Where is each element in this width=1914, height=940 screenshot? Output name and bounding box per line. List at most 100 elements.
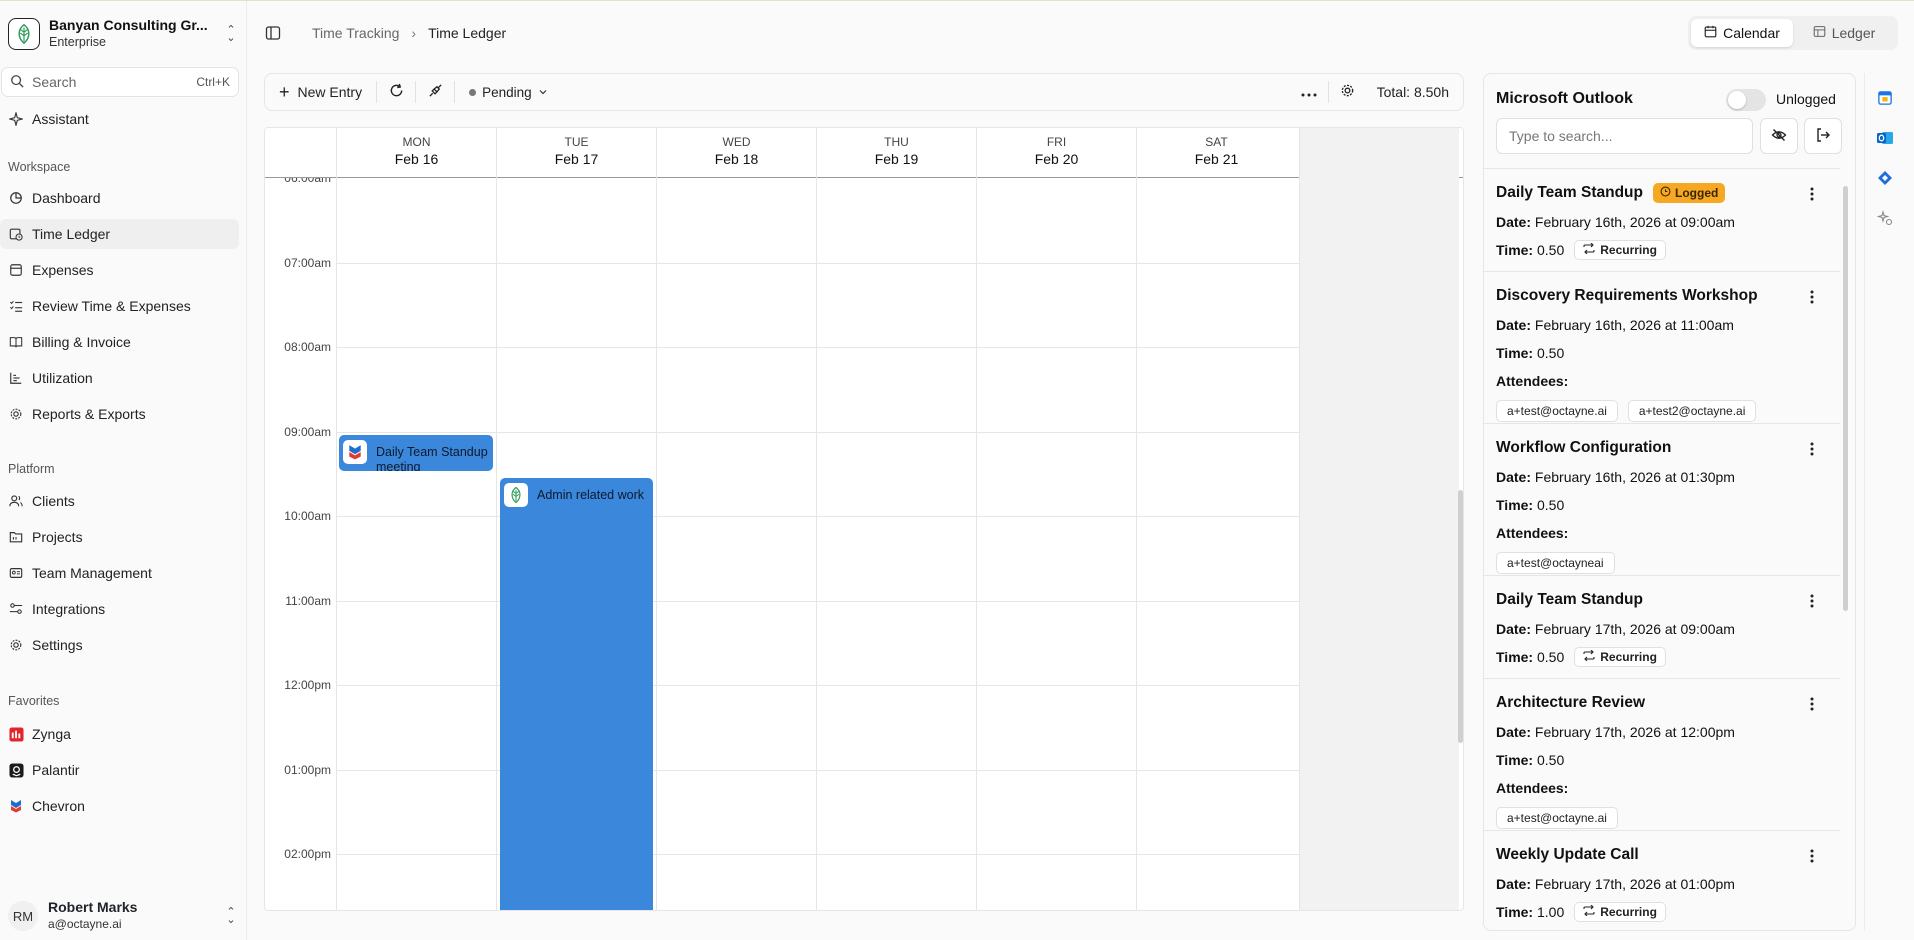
outlook-event-card[interactable]: Daily Team Standup Date: February 17th, … [1484, 576, 1840, 679]
nav-label: Integrations [32, 601, 106, 617]
day-column-divider [1136, 178, 1137, 910]
search-placeholder: Search [32, 74, 77, 90]
repeat-icon [1583, 242, 1595, 257]
breadcrumb-parent[interactable]: Time Tracking [312, 25, 399, 41]
more-options-button[interactable] [1290, 74, 1328, 110]
page-header: Time Tracking › Time Ledger Calendar Led… [248, 1, 1914, 63]
more-vertical-icon[interactable] [1804, 695, 1820, 713]
integrations-rail [1864, 73, 1902, 931]
outlook-event-card[interactable]: Architecture Review Date: February 17th,… [1484, 679, 1840, 831]
time-label: Time: [1496, 752, 1534, 768]
card-date: February 16th, 2026 at 01:30pm [1534, 469, 1735, 485]
more-vertical-icon[interactable] [1804, 288, 1820, 306]
outlook-app-icon[interactable] [1875, 128, 1895, 148]
hide-button[interactable] [1760, 118, 1798, 154]
hour-gridline [336, 432, 1299, 433]
logged-badge: Logged [1653, 183, 1726, 203]
table-icon [1813, 25, 1826, 41]
day-name: WED [722, 135, 751, 149]
book-open-icon [8, 334, 24, 350]
nav-expenses[interactable]: Expenses [0, 255, 239, 285]
user-email: a@octayne.ai [48, 917, 122, 931]
nav-dashboard[interactable]: Dashboard [0, 183, 239, 213]
outlook-event-card[interactable]: Daily Team Standup Logged Date: February… [1484, 169, 1840, 272]
time-label: 01:00pm [284, 763, 331, 777]
calendar-scroll-thumb[interactable] [1458, 490, 1463, 743]
nav-assistant[interactable]: Assistant [0, 104, 239, 134]
org-switcher[interactable]: Banyan Consulting Gr... Enterprise ⌃ ⌄ [8, 14, 238, 54]
status-filter-dropdown[interactable]: Pending [455, 85, 548, 100]
date-label: Date: [1496, 469, 1532, 485]
day-header-tue: TUE Feb 17 [496, 128, 656, 178]
day-column-divider [976, 178, 977, 910]
new-entry-button[interactable]: + New Entry [265, 74, 376, 110]
sliders-icon [8, 601, 24, 617]
outlook-event-card[interactable]: Weekly Update Call Date: February 17th, … [1484, 831, 1840, 930]
nav-settings[interactable]: Settings [0, 630, 239, 660]
calendar-app-icon[interactable] [1875, 88, 1895, 108]
palantir-logo-icon [8, 762, 24, 778]
unlogged-toggle[interactable] [1726, 89, 1766, 111]
more-vertical-icon[interactable] [1804, 185, 1820, 203]
chevron-up-down-icon: ⌃ ⌄ [226, 906, 236, 926]
day-name: THU [884, 135, 909, 149]
nav-label: Projects [32, 529, 83, 545]
card-title: Daily Team Standup [1496, 184, 1643, 201]
chevron-up-down-icon: ⌃ ⌄ [226, 24, 236, 44]
list-check-icon [8, 298, 24, 314]
hour-gridline [336, 770, 1299, 771]
day-column-divider [816, 178, 817, 910]
day-date: Feb 16 [394, 151, 439, 167]
nav-team-management[interactable]: Team Management [0, 558, 239, 588]
calendar-view-button[interactable]: Calendar [1691, 19, 1793, 47]
outlook-search-input[interactable]: Type to search... [1496, 118, 1753, 154]
refresh-button[interactable] [377, 74, 415, 110]
sidebar-toggle-icon[interactable] [265, 25, 281, 44]
sign-out-button[interactable] [1804, 118, 1842, 154]
recurring-tag: Recurring [1574, 240, 1666, 260]
nav-label: Expenses [32, 262, 94, 278]
outlook-event-list: Daily Team Standup Logged Date: February… [1484, 168, 1840, 930]
sparkle-settings-icon[interactable] [1875, 208, 1895, 228]
nav-label: Settings [32, 637, 83, 653]
calendar-settings-button[interactable] [1329, 74, 1367, 110]
refresh-icon [389, 83, 404, 101]
nav-time-ledger[interactable]: Time Ledger [0, 219, 239, 249]
more-vertical-icon[interactable] [1804, 592, 1820, 610]
repeat-icon [1583, 904, 1595, 919]
favorite-chevron[interactable]: Chevron [0, 791, 239, 821]
calendar-event[interactable]: Admin related work [500, 478, 653, 910]
nav-utilization[interactable]: Utilization [0, 363, 239, 393]
outlook-event-card[interactable]: Workflow Configuration Date: February 16… [1484, 424, 1840, 576]
card-date: February 16th, 2026 at 09:00am [1534, 214, 1735, 230]
outlook-event-card[interactable]: Discovery Requirements Workshop Date: Fe… [1484, 272, 1840, 424]
nav-billing-invoice[interactable]: Billing & Invoice [0, 327, 239, 357]
date-label: Date: [1496, 724, 1532, 740]
diamond-app-icon[interactable] [1875, 168, 1895, 188]
favorite-zynga[interactable]: Zynga [0, 719, 239, 749]
more-vertical-icon[interactable] [1804, 847, 1820, 865]
user-name: Robert Marks [48, 899, 138, 915]
outlook-scroll-thumb[interactable] [1843, 186, 1848, 611]
ledger-view-button[interactable]: Ledger [1793, 19, 1895, 47]
connect-button[interactable] [416, 74, 454, 110]
attendee-chip: a+test@octayneai [1496, 552, 1615, 574]
breadcrumb-current: Time Ledger [428, 25, 507, 41]
nav-clients[interactable]: Clients [0, 486, 239, 516]
more-vertical-icon[interactable] [1804, 440, 1820, 458]
day-date: Feb 17 [554, 151, 599, 167]
card-time: 0.50 [1536, 345, 1565, 361]
nav-integrations[interactable]: Integrations [0, 594, 239, 624]
nav-projects[interactable]: Projects [0, 522, 239, 552]
nav-reports-exports[interactable]: Reports & Exports [0, 399, 239, 429]
workspace-section-label: Workspace [8, 160, 71, 174]
gear-icon [8, 406, 24, 422]
time-label: 08:00am [284, 340, 331, 354]
favorite-palantir[interactable]: Palantir [0, 755, 239, 785]
search-box[interactable]: Search Ctrl+K [1, 67, 239, 97]
nav-label: Time Ledger [32, 226, 111, 242]
nav-review-time-expenses[interactable]: Review Time & Expenses [0, 291, 239, 321]
calendar-event[interactable]: Daily Team Standup meeting [339, 435, 493, 471]
unlogged-label: Unlogged [1776, 91, 1836, 107]
user-menu[interactable]: RM Robert Marks a@octayne.ai ⌃ ⌄ [8, 896, 238, 936]
